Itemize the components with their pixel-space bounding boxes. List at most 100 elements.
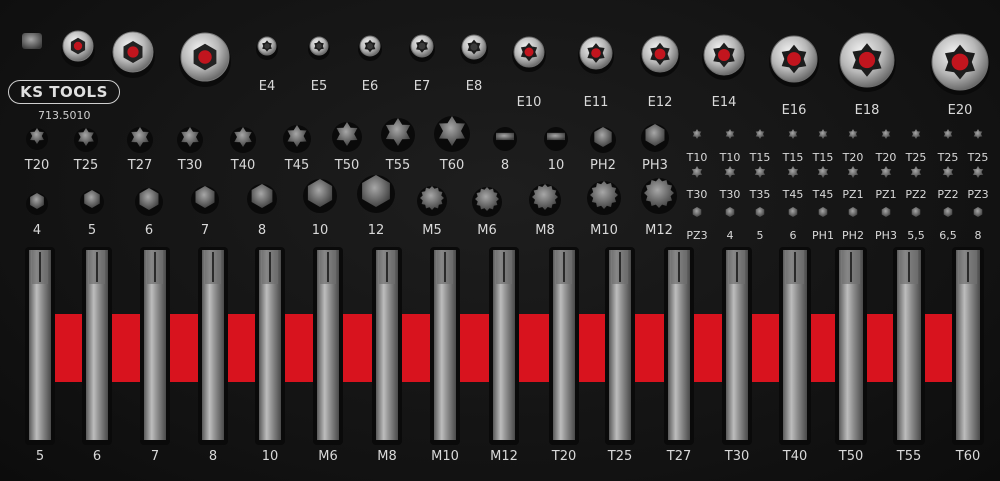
small-bit-label: T20	[842, 151, 864, 164]
bit-label: T30	[177, 158, 203, 173]
bit-label: M6	[477, 223, 497, 238]
bit-label: 6	[144, 223, 154, 238]
small-bit-icon	[817, 166, 829, 178]
bit-label: M10	[590, 223, 618, 238]
bit-label: T20	[24, 158, 50, 173]
bit-label: 4	[32, 223, 42, 238]
bit-label: 10	[547, 158, 565, 173]
socket-label: E16	[781, 103, 807, 118]
long-bit-label: 8	[208, 449, 218, 464]
socket-core	[524, 47, 534, 57]
small-bit-icon	[691, 166, 703, 178]
socket-red-core	[198, 50, 212, 64]
long-bit-label: T27	[666, 449, 692, 464]
long-bit-label: 10	[261, 449, 279, 464]
small-bit-label: PZ1	[875, 188, 897, 201]
socket-label: E5	[310, 79, 328, 94]
tool-tray: KS TOOLS 713.5010 E4 E5 E6 E7 E8 E10 E11 E12 E14…	[0, 0, 1000, 481]
bit-label: M8	[535, 223, 555, 238]
small-bit-label: T30	[719, 188, 741, 201]
small-bit-icon	[725, 129, 735, 139]
slotted-bit-icon	[547, 132, 565, 141]
small-bit-icon	[880, 166, 892, 178]
bit-label: M12	[645, 223, 673, 238]
long-bit-label: T40	[782, 449, 808, 464]
small-bit-icon	[881, 207, 891, 217]
small-bit-label: T10	[719, 151, 741, 164]
socket-core	[787, 52, 801, 66]
small-bit-label: T45	[812, 188, 834, 201]
bit-label: T27	[127, 158, 153, 173]
long-bit-label: T30	[724, 449, 750, 464]
small-bit-icon	[911, 129, 921, 139]
bit-label: 10	[311, 223, 329, 238]
small-bit-icon	[692, 207, 702, 217]
socket-red-core	[127, 46, 139, 58]
small-bit-label: T30	[686, 188, 708, 201]
small-bit-icon	[787, 166, 799, 178]
long-bit-label: T50	[838, 449, 864, 464]
small-bit-label: PZ2	[937, 188, 959, 201]
socket-label: E6	[361, 79, 379, 94]
small-bit-label: T35	[749, 188, 771, 201]
long-bit-label: M10	[431, 449, 459, 464]
socket-core	[718, 49, 730, 61]
socket-label: E10	[516, 95, 542, 110]
small-bit-label: T25	[937, 151, 959, 164]
small-bit-icon	[755, 207, 765, 217]
small-bit-label: 5	[756, 229, 764, 242]
long-bit-label: 7	[150, 449, 160, 464]
socket-label: E11	[583, 95, 609, 110]
small-bit-icon	[881, 129, 891, 139]
socket-core	[418, 42, 426, 50]
small-bit-icon	[847, 166, 859, 178]
socket-red-core	[73, 41, 83, 51]
socket-core	[951, 53, 969, 71]
long-bit-label: T55	[896, 449, 922, 464]
long-bit-label: T60	[955, 449, 981, 464]
long-bit-label: M8	[377, 449, 397, 464]
socket-core	[858, 51, 876, 69]
small-bit-icon	[724, 166, 736, 178]
small-bit-icon	[911, 207, 921, 217]
small-bit-label: PH3	[875, 229, 897, 242]
small-bit-label: T45	[782, 188, 804, 201]
socket-label: E4	[258, 79, 276, 94]
small-bit-label: PH1	[812, 229, 834, 242]
socket-label: E18	[854, 103, 880, 118]
small-bit-label: PH2	[842, 229, 864, 242]
socket-label: E7	[413, 79, 431, 94]
small-bit-icon	[788, 207, 798, 217]
small-bit-icon	[973, 129, 983, 139]
small-bit-label: 6	[789, 229, 797, 242]
small-bit-label: T15	[812, 151, 834, 164]
socket-core	[264, 43, 270, 49]
small-bit-icon	[848, 207, 858, 217]
bit-label: 8	[257, 223, 267, 238]
small-bit-icon	[755, 129, 765, 139]
small-bit-label: T15	[782, 151, 804, 164]
bit-label: T55	[385, 158, 411, 173]
small-bit-label: 4	[726, 229, 734, 242]
long-bit-label: 5	[35, 449, 45, 464]
small-bit-icon	[910, 166, 922, 178]
long-bit-label: M12	[490, 449, 518, 464]
small-bit-icon	[818, 207, 828, 217]
small-bit-icon	[942, 166, 954, 178]
long-bit-label: T20	[551, 449, 577, 464]
long-bit-label: T25	[607, 449, 633, 464]
slotted-bit-icon	[496, 132, 514, 141]
bit-label: T45	[284, 158, 310, 173]
bit-label: 8	[500, 158, 510, 173]
socket-label: E12	[647, 95, 673, 110]
small-bit-label: 5,5	[907, 229, 925, 242]
socket-core	[470, 43, 478, 51]
small-bit-icon	[788, 129, 798, 139]
small-bit-icon	[692, 129, 702, 139]
socket-label: E14	[711, 95, 737, 110]
small-bit-icon	[818, 129, 828, 139]
bit-label: 5	[87, 223, 97, 238]
long-bit-label: 6	[92, 449, 102, 464]
bit-label: M5	[422, 223, 442, 238]
small-bit-icon	[972, 166, 984, 178]
